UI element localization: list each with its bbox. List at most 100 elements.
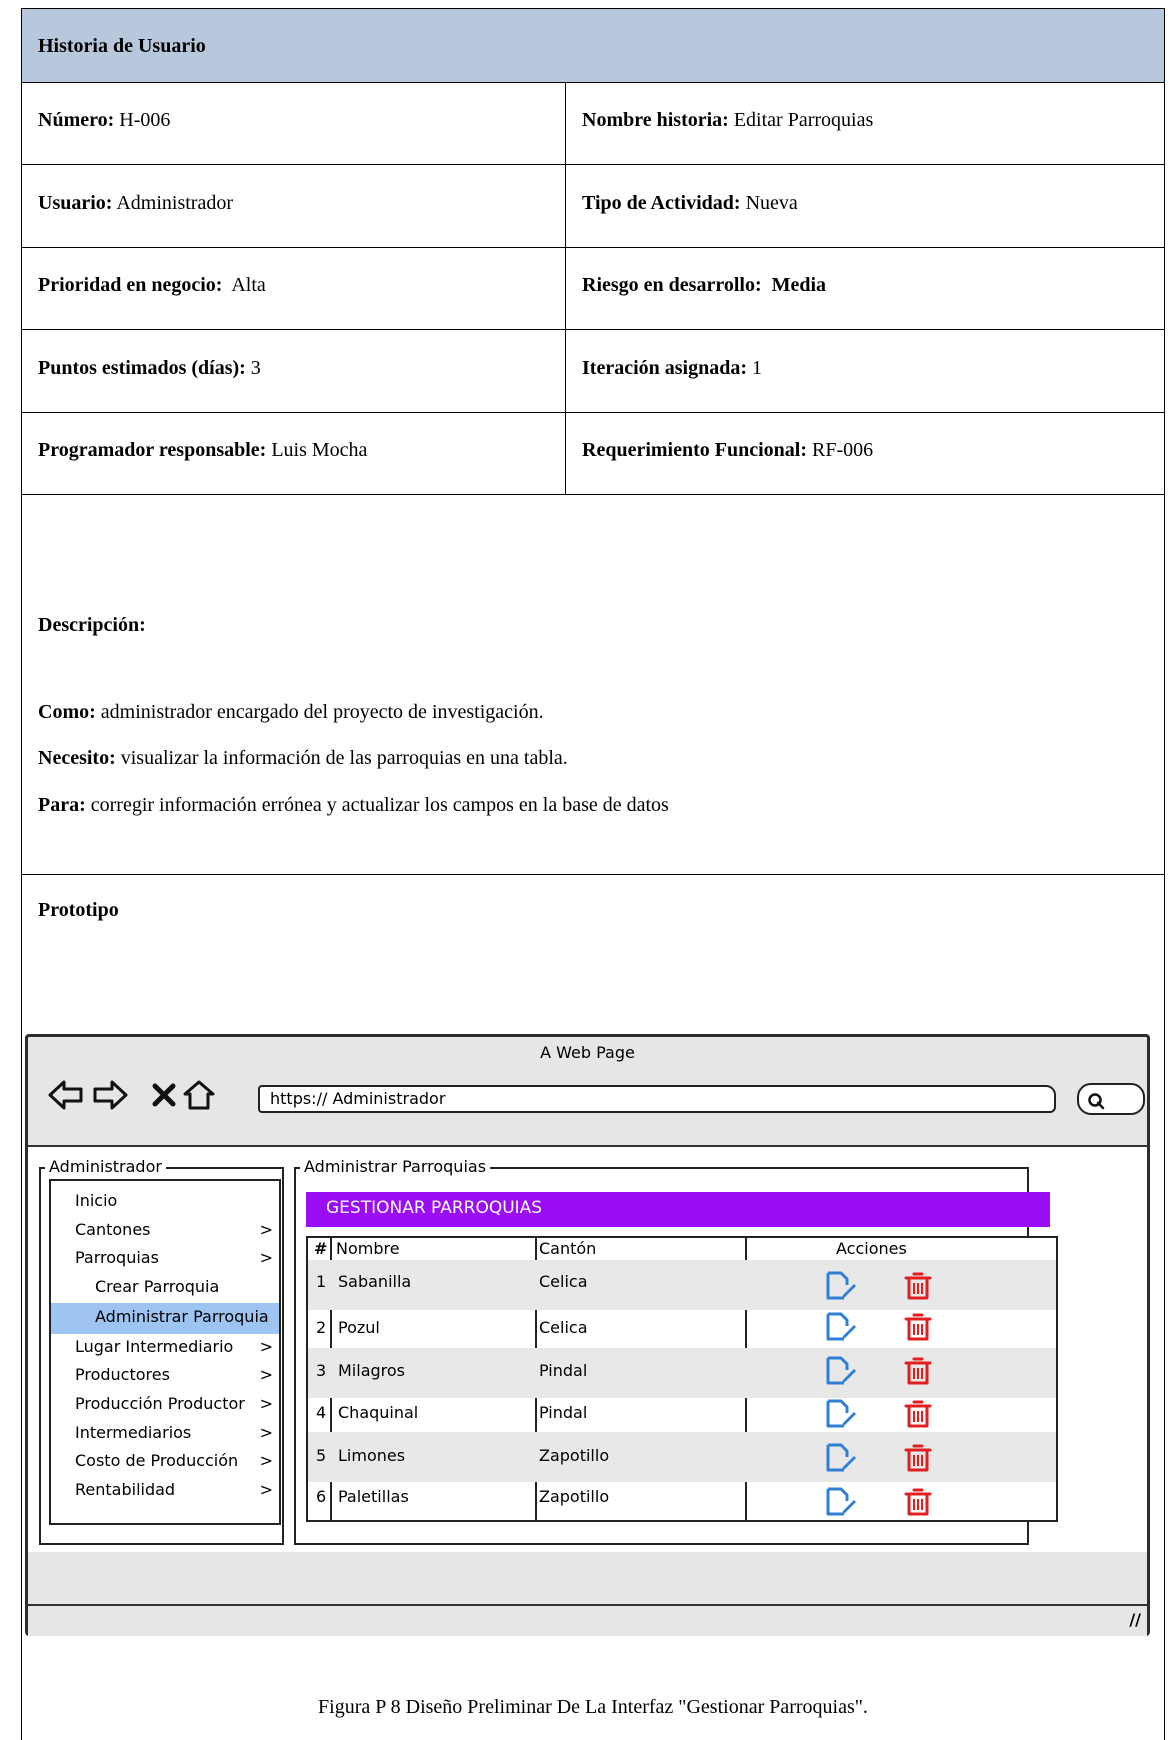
status-bar: // <box>28 1604 1147 1636</box>
sidebar-item-crear-parroquia[interactable]: Crear Parroquia <box>51 1273 279 1304</box>
back-arrow-icon[interactable] <box>48 1079 84 1111</box>
sidebar-item-rentabilidad[interactable]: Rentabilidad > <box>51 1476 279 1507</box>
como-line: Como: administrador encargado del proyec… <box>38 701 544 724</box>
sidebar-item-label: Administrar Parroquia <box>95 1307 269 1326</box>
header-acciones: Acciones <box>836 1239 907 1258</box>
usuario-cell: Usuario: Administrador <box>21 164 566 248</box>
prototype-heading: Prototipo <box>38 899 119 921</box>
description-heading: Descripción: <box>38 614 146 636</box>
row-canton: Pindal <box>539 1361 588 1380</box>
row-index: 6 <box>316 1487 327 1506</box>
prioridad-value: Alta <box>222 274 266 296</box>
sidebar-item-label: Parroquias <box>75 1248 159 1267</box>
trash-icon[interactable] <box>904 1399 932 1429</box>
tipo-actividad-value: Nueva <box>740 192 798 214</box>
table-row: 1 Sabanilla Celica <box>308 1260 1056 1310</box>
chevron-right-icon: > <box>259 1451 273 1470</box>
prototype-block: Prototipo A Web Page https:// Administra… <box>21 874 1165 1740</box>
row-nombre: Milagros <box>338 1361 406 1380</box>
para-line: Para: corregir información errónea y act… <box>38 794 669 817</box>
table-row: 5 Limones Zapotillo <box>308 1432 1056 1482</box>
row-nombre: Limones <box>338 1446 406 1465</box>
nombre-historia-label: Nombre historia: <box>582 109 729 131</box>
sidebar-item-label: Inicio <box>75 1191 118 1210</box>
iteracion-value: 1 <box>747 357 762 379</box>
row-index: 1 <box>316 1272 327 1291</box>
trash-icon[interactable] <box>904 1356 932 1386</box>
browser-nav <box>48 1075 258 1115</box>
prioridad-label: Prioridad en negocio: <box>38 274 223 296</box>
sidebar-item-cantones[interactable]: Cantones > <box>51 1216 279 1247</box>
edit-icon[interactable] <box>824 1399 858 1429</box>
row-index: 5 <box>316 1446 327 1465</box>
gestionar-banner: GESTIONAR PARROQUIAS <box>306 1192 1050 1227</box>
header-canton: Cantón <box>539 1239 597 1258</box>
browser-title: A Web Page <box>540 1043 635 1062</box>
trash-icon[interactable] <box>904 1443 932 1473</box>
para-label: Para: <box>38 794 86 816</box>
search-icon <box>1088 1093 1105 1110</box>
row-nombre: Paletillas <box>338 1487 409 1506</box>
row-canton: Celica <box>539 1272 588 1291</box>
puntos-label: Puntos estimados (días): <box>38 357 246 379</box>
parroquias-table: # Nombre Cantón Acciones 1 Sabanilla Cel… <box>306 1236 1058 1522</box>
row-canton: Zapotillo <box>539 1446 610 1465</box>
edit-icon[interactable] <box>824 1271 858 1301</box>
row-nombre: Pozul <box>338 1318 380 1337</box>
sidebar-item-label: Rentabilidad <box>75 1480 176 1499</box>
requerimiento-cell: Requerimiento Funcional: RF-006 <box>565 412 1165 495</box>
url-bar[interactable]: https:// Administrador <box>258 1085 1056 1113</box>
user-story-document: Historia de Usuario Número: H-006 Nombre… <box>0 0 1173 1740</box>
table-header: # Nombre Cantón Acciones <box>308 1238 1056 1262</box>
edit-icon[interactable] <box>824 1356 858 1386</box>
sidebar-item-label: Cantones <box>75 1220 151 1239</box>
sidebar-item-productores[interactable]: Productores > <box>51 1361 279 1392</box>
numero-value: H-006 <box>114 109 171 131</box>
trash-icon[interactable] <box>904 1312 932 1342</box>
sidebar-item-administrar-parroquia[interactable]: Administrar Parroquia <box>51 1303 279 1334</box>
numero-label: Número: <box>38 109 115 131</box>
description-block: Descripción: Como: administrador encarga… <box>21 494 1165 875</box>
chevron-right-icon: > <box>259 1337 273 1356</box>
edit-icon[interactable] <box>824 1312 858 1342</box>
row-index: 3 <box>316 1361 327 1380</box>
puntos-value: 3 <box>245 357 261 379</box>
header-nombre: Nombre <box>336 1239 400 1258</box>
sidebar-item-parroquias[interactable]: Parroquias > <box>51 1244 279 1275</box>
sidebar-item-label: Lugar Intermediario <box>75 1337 234 1356</box>
close-x-icon[interactable] <box>152 1083 176 1107</box>
row-canton: Pindal <box>539 1403 588 1422</box>
necesito-line: Necesito: visualizar la información de l… <box>38 747 568 770</box>
row-canton: Celica <box>539 1318 588 1337</box>
sidebar-item-costo-produccion[interactable]: Costo de Producción > <box>51 1447 279 1478</box>
sidebar-item-lugar-intermediario[interactable]: Lugar Intermediario > <box>51 1333 279 1364</box>
chevron-right-icon: > <box>259 1365 273 1384</box>
row-nombre: Sabanilla <box>338 1272 412 1291</box>
edit-icon[interactable] <box>824 1443 858 1473</box>
row-index: 4 <box>316 1403 327 1422</box>
iteracion-label: Iteración asignada: <box>582 357 747 379</box>
chevron-right-icon: > <box>259 1423 273 1442</box>
requerimiento-value: RF-006 <box>807 439 874 461</box>
search-box[interactable] <box>1077 1083 1145 1115</box>
sidebar-item-produccion-productor[interactable]: Producción Productor > <box>51 1390 279 1421</box>
resize-grip-icon[interactable]: // <box>1129 1610 1141 1629</box>
trash-icon[interactable] <box>904 1271 932 1301</box>
chevron-right-icon: > <box>259 1220 273 1239</box>
usuario-label: Usuario: <box>38 192 113 214</box>
requerimiento-label: Requerimiento Funcional: <box>582 439 807 461</box>
sidebar-item-label: Costo de Producción <box>75 1451 239 1470</box>
row-canton: Zapotillo <box>539 1487 610 1506</box>
como-text: administrador encargado del proyecto de … <box>95 701 544 723</box>
forward-arrow-icon[interactable] <box>92 1079 128 1111</box>
banner-title: GESTIONAR PARROQUIAS <box>326 1198 543 1218</box>
nombre-historia-cell: Nombre historia: Editar Parroquias <box>565 82 1165 165</box>
sidebar-item-label: Producción Productor <box>75 1394 245 1413</box>
edit-icon[interactable] <box>824 1487 858 1517</box>
row-index: 2 <box>316 1318 327 1337</box>
sidebar-item-inicio[interactable]: Inicio <box>51 1187 279 1218</box>
home-icon[interactable] <box>182 1079 216 1111</box>
sidebar-item-intermediarios[interactable]: Intermediarios > <box>51 1419 279 1450</box>
trash-icon[interactable] <box>904 1487 932 1517</box>
nombre-historia-value: Editar Parroquias <box>728 109 874 131</box>
